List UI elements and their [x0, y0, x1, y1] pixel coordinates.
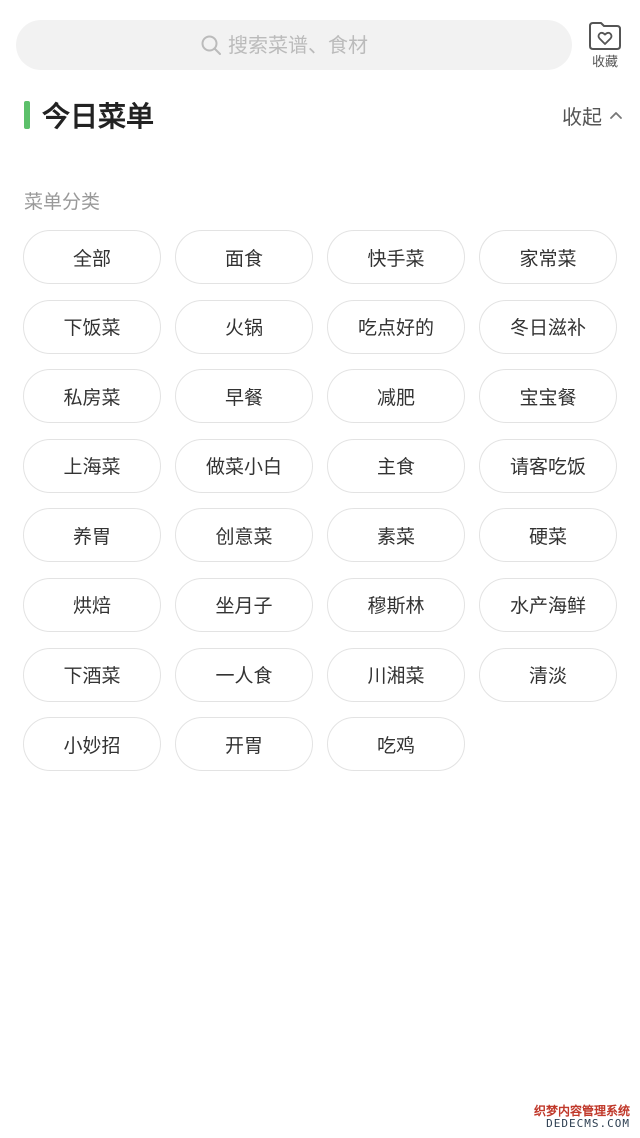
search-input[interactable]: [228, 33, 388, 57]
category-chip[interactable]: 全部: [23, 230, 161, 284]
category-chip[interactable]: 家常菜: [479, 230, 617, 284]
today-menu-header: 今日菜单 收起: [24, 96, 624, 134]
favorites-label: 收藏: [591, 55, 618, 70]
category-chip[interactable]: 清淡: [479, 647, 617, 702]
chevron-up-icon: [608, 107, 624, 123]
category-chip[interactable]: 私房菜: [23, 369, 161, 424]
category-chip[interactable]: 水产海鲜: [479, 577, 617, 632]
category-chip[interactable]: 坐月子: [175, 577, 313, 632]
category-chip[interactable]: 主食: [327, 438, 465, 493]
collapse-label: 收起: [562, 104, 602, 129]
watermark-line1: 织梦内容管理系统: [533, 1103, 630, 1118]
category-chip[interactable]: 素菜: [327, 508, 465, 563]
category-chip[interactable]: 开胃: [175, 717, 313, 772]
category-chip[interactable]: 减肥: [327, 369, 465, 424]
category-chip[interactable]: 创意菜: [175, 508, 313, 563]
category-chip[interactable]: 吃鸡: [327, 717, 465, 772]
category-grid: 全部 面食 快手菜 家常菜 下饭菜 火锅 吃点好的 冬日滋补 私房菜 早餐 减肥…: [23, 230, 619, 772]
category-chip[interactable]: 做菜小白: [175, 438, 313, 493]
category-chip[interactable]: 早餐: [175, 369, 313, 424]
category-chip[interactable]: 烘焙: [23, 577, 161, 632]
favorites-button[interactable]: 收藏: [582, 20, 628, 72]
page-title: 今日菜单: [42, 100, 155, 133]
search-icon: [200, 34, 222, 56]
category-chip[interactable]: 宝宝餐: [479, 369, 617, 424]
category-chip[interactable]: 下饭菜: [23, 299, 161, 354]
category-chip[interactable]: 一人食: [175, 647, 313, 702]
category-chip[interactable]: 吃点好的: [327, 299, 465, 354]
category-section-label: 菜单分类: [24, 191, 101, 213]
category-chip[interactable]: 养胃: [23, 508, 161, 563]
folder-heart-icon: [587, 20, 623, 52]
watermark-line2: DEDECMS.COM: [546, 1116, 630, 1130]
accent-bar: [24, 101, 30, 129]
category-chip[interactable]: 火锅: [175, 299, 313, 354]
category-chip[interactable]: 下酒菜: [23, 647, 161, 702]
category-chip[interactable]: 请客吃饭: [479, 438, 617, 493]
category-chip[interactable]: 面食: [175, 230, 313, 284]
category-chip[interactable]: 冬日滋补: [479, 299, 617, 354]
search-bar[interactable]: [16, 20, 572, 70]
category-chip[interactable]: 川湘菜: [327, 647, 465, 702]
collapse-button[interactable]: 收起: [562, 101, 624, 130]
category-chip[interactable]: 小妙招: [23, 717, 161, 772]
category-chip[interactable]: 上海菜: [23, 438, 161, 493]
watermark: 织梦内容管理系统 DEDECMS.COM: [533, 1103, 630, 1130]
category-chip[interactable]: 硬菜: [479, 508, 617, 563]
category-chip[interactable]: 穆斯林: [327, 577, 465, 632]
category-chip[interactable]: 快手菜: [327, 230, 465, 284]
